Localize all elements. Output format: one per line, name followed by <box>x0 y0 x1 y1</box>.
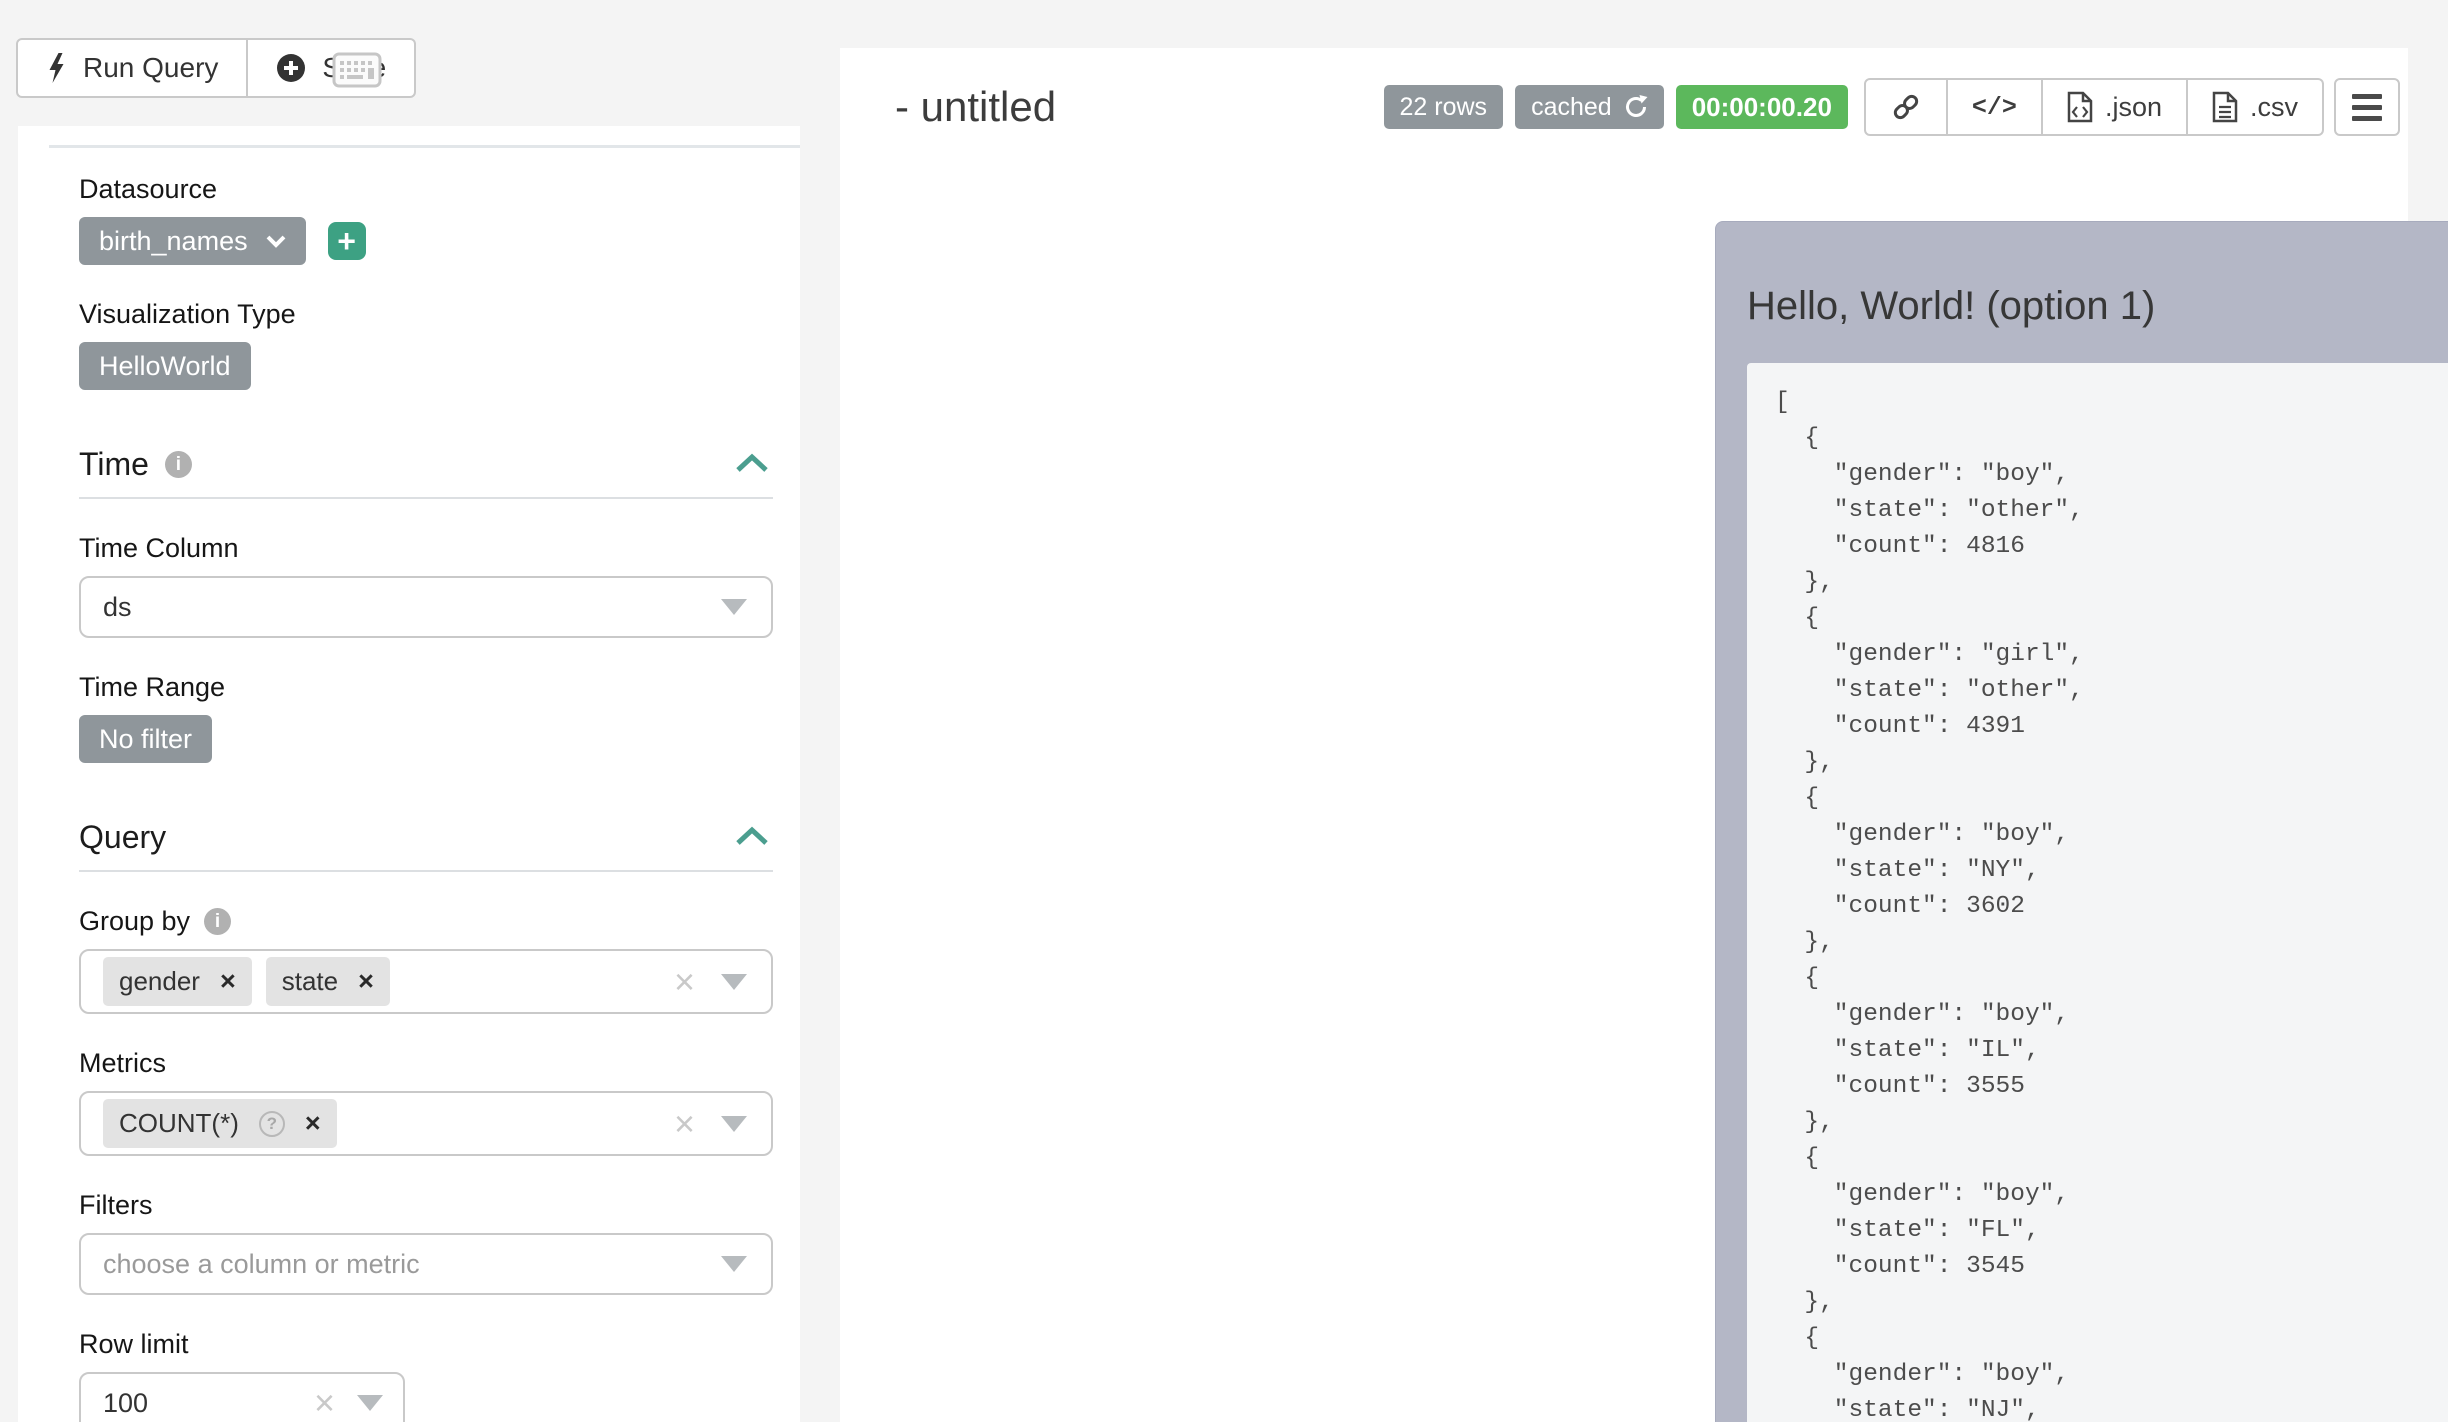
metrics-field: Metrics COUNT(*) ? × × <box>79 1048 773 1156</box>
refresh-icon <box>1624 95 1648 119</box>
caret-down-icon <box>721 1116 747 1132</box>
viz-type-value: HelloWorld <box>99 351 231 382</box>
row-limit-value: 100 <box>103 1388 148 1419</box>
chart-container: Hello, World! (option 1) [ { "gender": "… <box>1715 221 2448 1422</box>
result-header: - untitled 22 rows cached 00:00:00.20 <box>840 48 2408 166</box>
chart-title: Hello, World! (option 1) <box>1716 222 2448 329</box>
chart-options-menu-button[interactable] <box>2334 78 2400 136</box>
time-column-label: Time Column <box>79 533 773 564</box>
export-button-group: </> .json <box>1864 78 2324 136</box>
export-csv-button[interactable]: .csv <box>2188 78 2324 136</box>
tag-label: COUNT(*) <box>119 1108 239 1139</box>
keyboard-shortcuts-button[interactable] <box>332 52 382 91</box>
filters-field: Filters choose a column or metric <box>79 1190 773 1295</box>
export-json-button[interactable]: .json <box>2043 78 2188 136</box>
time-section-collapse-button[interactable] <box>731 449 773 480</box>
time-column-value: ds <box>103 592 132 623</box>
tag-label: state <box>282 966 338 997</box>
query-section: Query Group by i gender <box>79 819 773 1422</box>
slice-title: - untitled <box>895 83 1056 131</box>
plus-circle-icon <box>276 53 306 83</box>
plus-icon: + <box>337 225 356 257</box>
metrics-tag-count: COUNT(*) ? × <box>103 1099 337 1148</box>
group-by-label: Group by <box>79 906 190 937</box>
metrics-label: Metrics <box>79 1048 773 1079</box>
row-limit-field: Row limit 100 × <box>79 1329 773 1422</box>
row-limit-select[interactable]: 100 × <box>79 1372 405 1422</box>
filters-select[interactable]: choose a column or metric <box>79 1233 773 1295</box>
caret-down-icon <box>357 1395 383 1411</box>
cached-badge[interactable]: cached <box>1515 85 1664 129</box>
json-result-text: [ { "gender": "boy", "state": "other", "… <box>1775 385 2448 1422</box>
query-timer-badge: 00:00:00.20 <box>1676 85 1848 129</box>
viz-type-label: Visualization Type <box>79 299 773 330</box>
run-query-label: Run Query <box>83 52 218 84</box>
row-count-badge: 22 rows <box>1384 85 1504 129</box>
info-icon: i <box>204 908 231 935</box>
keyboard-icon <box>332 52 382 88</box>
query-section-collapse-button[interactable] <box>731 822 773 853</box>
filters-placeholder: choose a column or metric <box>103 1249 420 1280</box>
group-by-field: Group by i gender × state × <box>79 906 773 1014</box>
datasource-value: birth_names <box>99 226 248 257</box>
caret-down-icon <box>721 599 747 615</box>
section-divider <box>79 497 773 499</box>
clear-select-icon[interactable]: × <box>674 1106 695 1142</box>
time-column-select[interactable]: ds <box>79 576 773 638</box>
add-datasource-button[interactable]: + <box>328 222 366 260</box>
time-range-button[interactable]: No filter <box>79 715 212 763</box>
time-range-field: Time Range No filter <box>79 672 773 763</box>
clear-select-icon[interactable]: × <box>674 964 695 1000</box>
link-icon <box>1890 91 1922 123</box>
datasource-select[interactable]: birth_names <box>79 217 306 265</box>
copy-link-button[interactable] <box>1864 78 1948 136</box>
row-limit-label: Row limit <box>79 1329 773 1360</box>
code-icon: </> <box>1972 93 2017 122</box>
group-by-tag-gender: gender × <box>103 957 252 1006</box>
chevron-up-icon <box>735 453 769 473</box>
time-column-field: Time Column ds <box>79 533 773 638</box>
file-code-icon <box>2067 91 2093 123</box>
control-panel-sidebar: Datasource birth_names + Visualization T… <box>18 126 800 1422</box>
sidebar-top-divider <box>49 145 800 148</box>
export-csv-label: .csv <box>2250 92 2298 123</box>
bolt-icon <box>46 53 67 83</box>
chevron-up-icon <box>735 826 769 846</box>
export-json-label: .json <box>2105 92 2162 123</box>
query-section-title: Query <box>79 819 166 856</box>
filters-label: Filters <box>79 1190 773 1221</box>
file-text-icon <box>2212 91 2238 123</box>
time-range-label: Time Range <box>79 672 773 703</box>
result-panel: - untitled 22 rows cached 00:00:00.20 <box>840 48 2408 1422</box>
time-section: Time i Time Column ds <box>79 446 773 763</box>
time-range-value: No filter <box>99 724 192 755</box>
viz-type-button[interactable]: HelloWorld <box>79 342 251 390</box>
datasource-label: Datasource <box>79 174 773 205</box>
row-count-label: 22 rows <box>1400 93 1488 122</box>
run-query-button[interactable]: Run Query <box>16 38 248 98</box>
timer-label: 00:00:00.20 <box>1692 92 1832 123</box>
metrics-select[interactable]: COUNT(*) ? × × <box>79 1091 773 1156</box>
embed-code-button[interactable]: </> <box>1948 78 2043 136</box>
viz-type-field: Visualization Type HelloWorld <box>79 299 773 390</box>
chevron-down-icon <box>266 235 286 248</box>
info-icon: i <box>165 451 192 478</box>
clear-select-icon[interactable]: × <box>314 1385 335 1421</box>
superset-explore-view: Run Query Save Datasource birth <box>0 0 2448 1422</box>
group-by-select[interactable]: gender × state × × <box>79 949 773 1014</box>
remove-tag-icon[interactable]: × <box>358 968 374 995</box>
cached-label: cached <box>1531 93 1612 122</box>
group-by-tag-state: state × <box>266 957 390 1006</box>
remove-tag-icon[interactable]: × <box>220 968 236 995</box>
remove-tag-icon[interactable]: × <box>305 1110 321 1137</box>
tag-label: gender <box>119 966 200 997</box>
time-section-title: Time <box>79 446 149 483</box>
question-circle-icon: ? <box>259 1111 285 1137</box>
caret-down-icon <box>721 1256 747 1272</box>
json-result-block: [ { "gender": "boy", "state": "other", "… <box>1747 363 2448 1422</box>
datasource-field: Datasource birth_names + <box>79 174 773 265</box>
caret-down-icon <box>721 974 747 990</box>
section-divider <box>79 870 773 872</box>
hamburger-icon <box>2352 94 2382 99</box>
